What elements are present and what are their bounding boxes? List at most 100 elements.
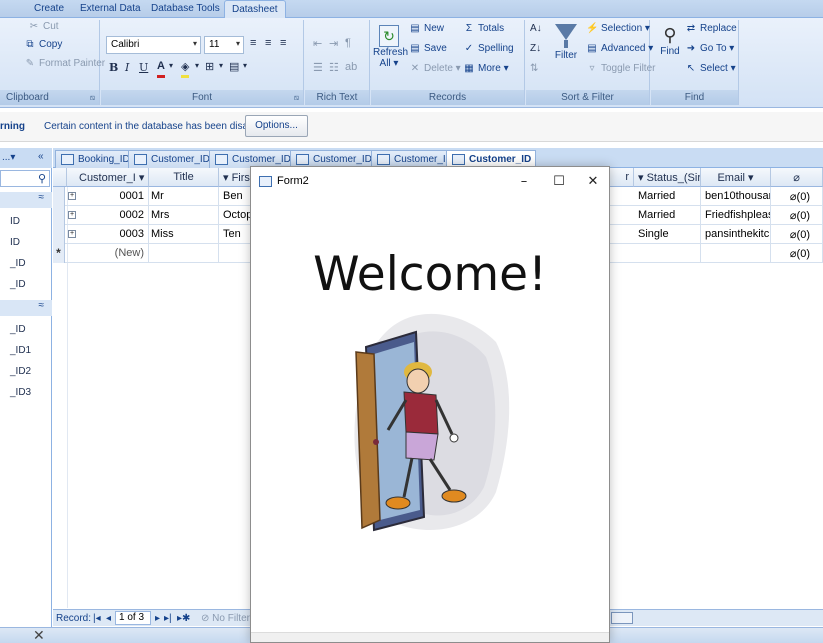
align-left-icon[interactable]: ≡: [250, 37, 256, 55]
column-header-partial[interactable]: r: [610, 168, 634, 187]
delete-record-button[interactable]: ✕ Delete ▾: [409, 63, 461, 74]
chevron-down-icon[interactable]: ▾: [219, 61, 223, 79]
spelling-button[interactable]: ✓ Spelling: [463, 43, 514, 54]
nav-pane-header[interactable]: ...▾ «: [0, 148, 52, 168]
nav-item[interactable]: _ID3: [10, 387, 31, 398]
replace-button[interactable]: ⇄ Replace: [685, 23, 737, 34]
cell-first-name[interactable]: Ben: [219, 187, 253, 206]
expand-icon[interactable]: +: [68, 192, 76, 200]
font-launcher-icon[interactable]: ⧅: [294, 93, 299, 103]
tab-database-tools[interactable]: Database Tools: [151, 3, 220, 14]
tab-external-data[interactable]: External Data: [80, 3, 141, 14]
next-record-icon[interactable]: ▸: [155, 613, 160, 624]
row-selector[interactable]: [53, 225, 65, 244]
font-color-icon[interactable]: A: [157, 60, 165, 78]
copy-button[interactable]: ⧉ Copy: [24, 39, 62, 50]
bullets-icon[interactable]: ☰: [313, 61, 323, 79]
align-center-icon[interactable]: ≡: [265, 37, 271, 55]
cell-status[interactable]: Married: [634, 206, 701, 225]
column-header-attachment[interactable]: ⌀: [771, 168, 823, 187]
close-icon[interactable]: ✕: [33, 627, 45, 643]
sort-descending-icon[interactable]: Z↓: [530, 43, 541, 61]
chevron-down-icon[interactable]: ▾: [169, 61, 173, 79]
sort-ascending-icon[interactable]: A↓: [530, 23, 542, 41]
toggle-filter-button[interactable]: ▿ Toggle Filter: [586, 63, 655, 74]
cell-email[interactable]: ben10thousan: [701, 187, 771, 206]
advanced-button[interactable]: ▤ Advanced ▾: [586, 43, 653, 54]
cell-customer-id[interactable]: 0003: [79, 225, 149, 244]
form2-titlebar[interactable]: Form2 – ☐ ✕: [251, 167, 609, 197]
doc-tab[interactable]: Booking_ID: [55, 150, 135, 168]
cell-title[interactable]: Mrs: [149, 206, 219, 225]
minimize-button[interactable]: –: [513, 171, 535, 193]
nav-item[interactable]: _ID2: [10, 366, 31, 377]
nav-search-input[interactable]: ⚲: [0, 170, 50, 187]
column-header-customer-id[interactable]: Customer_I ▾: [67, 168, 149, 187]
record-position-input[interactable]: 1 of 3: [115, 611, 151, 625]
clipboard-launcher-icon[interactable]: ⧅: [90, 93, 95, 103]
horizontal-scrollbar-thumb[interactable]: [611, 612, 633, 624]
nav-item[interactable]: _ID: [10, 279, 26, 290]
fill-color-icon[interactable]: ◈: [181, 60, 190, 78]
tab-create[interactable]: Create: [34, 3, 64, 14]
nav-menu-dropdown[interactable]: ...▾: [2, 152, 15, 163]
align-right-icon[interactable]: ≡: [280, 37, 286, 55]
cell-first-name[interactable]: Octopu: [219, 206, 253, 225]
cell-new-id[interactable]: (New): [79, 244, 149, 263]
bold-icon[interactable]: B: [109, 61, 118, 79]
cell-title[interactable]: Miss: [149, 225, 219, 244]
nav-item[interactable]: _ID: [10, 324, 26, 335]
nav-item[interactable]: ID: [10, 237, 20, 248]
cell-email[interactable]: Friedfishpleas: [701, 206, 771, 225]
more-button[interactable]: ▦ More ▾: [463, 63, 508, 74]
select-button[interactable]: ↖ Select ▾: [685, 63, 736, 74]
last-record-icon[interactable]: ▸|: [164, 613, 172, 624]
goto-button[interactable]: ➜ Go To ▾: [685, 43, 735, 54]
expand-icon[interactable]: +: [68, 230, 76, 238]
cell-empty[interactable]: [219, 244, 253, 263]
chevron-down-icon[interactable]: ▾: [195, 61, 199, 79]
chevron-down-icon[interactable]: ▾: [243, 61, 247, 79]
filter-button[interactable]: Filter: [550, 24, 582, 61]
cell-attachment[interactable]: ⌀(0): [771, 206, 823, 225]
highlight-icon[interactable]: ab: [345, 61, 357, 79]
refresh-button[interactable]: ↻ Refresh All ▾: [373, 25, 408, 69]
cell-attachment[interactable]: ⌀(0): [771, 244, 823, 263]
alt-fill-icon[interactable]: ▤: [229, 60, 239, 78]
cell-customer-id[interactable]: 0001: [79, 187, 149, 206]
select-all-corner[interactable]: [53, 168, 67, 187]
nav-section-toggle[interactable]: ≈: [0, 192, 52, 208]
cell-attachment[interactable]: ⌀(0): [771, 187, 823, 206]
decrease-indent-icon[interactable]: ⇤: [313, 37, 322, 55]
nav-item[interactable]: _ID: [10, 258, 26, 269]
column-header-first-name[interactable]: ▾ First_r: [219, 168, 253, 187]
first-record-icon[interactable]: |◂: [93, 613, 101, 624]
cell-empty[interactable]: [149, 244, 219, 263]
no-filter-button[interactable]: ⊘ No Filter: [201, 613, 250, 624]
increase-indent-icon[interactable]: ⇥: [329, 37, 338, 55]
format-painter-button[interactable]: ✎ Format Painter: [24, 58, 105, 69]
paragraph-icon[interactable]: ¶: [345, 37, 351, 55]
expand-icon[interactable]: +: [68, 211, 76, 219]
find-button[interactable]: ⚲ Find: [657, 25, 683, 57]
row-selector[interactable]: [53, 206, 65, 225]
row-selector[interactable]: [53, 187, 65, 206]
collapse-pane-icon[interactable]: «: [38, 151, 44, 162]
cell-empty[interactable]: [701, 244, 771, 263]
underline-icon[interactable]: U: [139, 61, 148, 79]
cell-first-name[interactable]: Ten: [219, 225, 253, 244]
tab-datasheet[interactable]: Datasheet: [224, 0, 286, 19]
clear-sort-icon[interactable]: ⇅: [530, 63, 538, 81]
close-button[interactable]: ✕: [582, 171, 604, 193]
cell-email[interactable]: pansinthekitch: [701, 225, 771, 244]
nav-item[interactable]: ID: [10, 216, 20, 227]
cell-attachment[interactable]: ⌀(0): [771, 225, 823, 244]
doc-tab[interactable]: Customer_ID3: [128, 150, 221, 168]
font-name-select[interactable]: Calibri ▾: [106, 36, 201, 54]
gridlines-icon[interactable]: ⊞: [205, 60, 214, 78]
new-row-marker[interactable]: *: [53, 244, 65, 263]
search-icon[interactable]: ⚲: [38, 172, 46, 185]
selection-button[interactable]: ⚡ Selection ▾: [586, 23, 650, 34]
options-button[interactable]: Options...: [245, 115, 308, 137]
save-record-button[interactable]: ▤ Save: [409, 43, 447, 54]
